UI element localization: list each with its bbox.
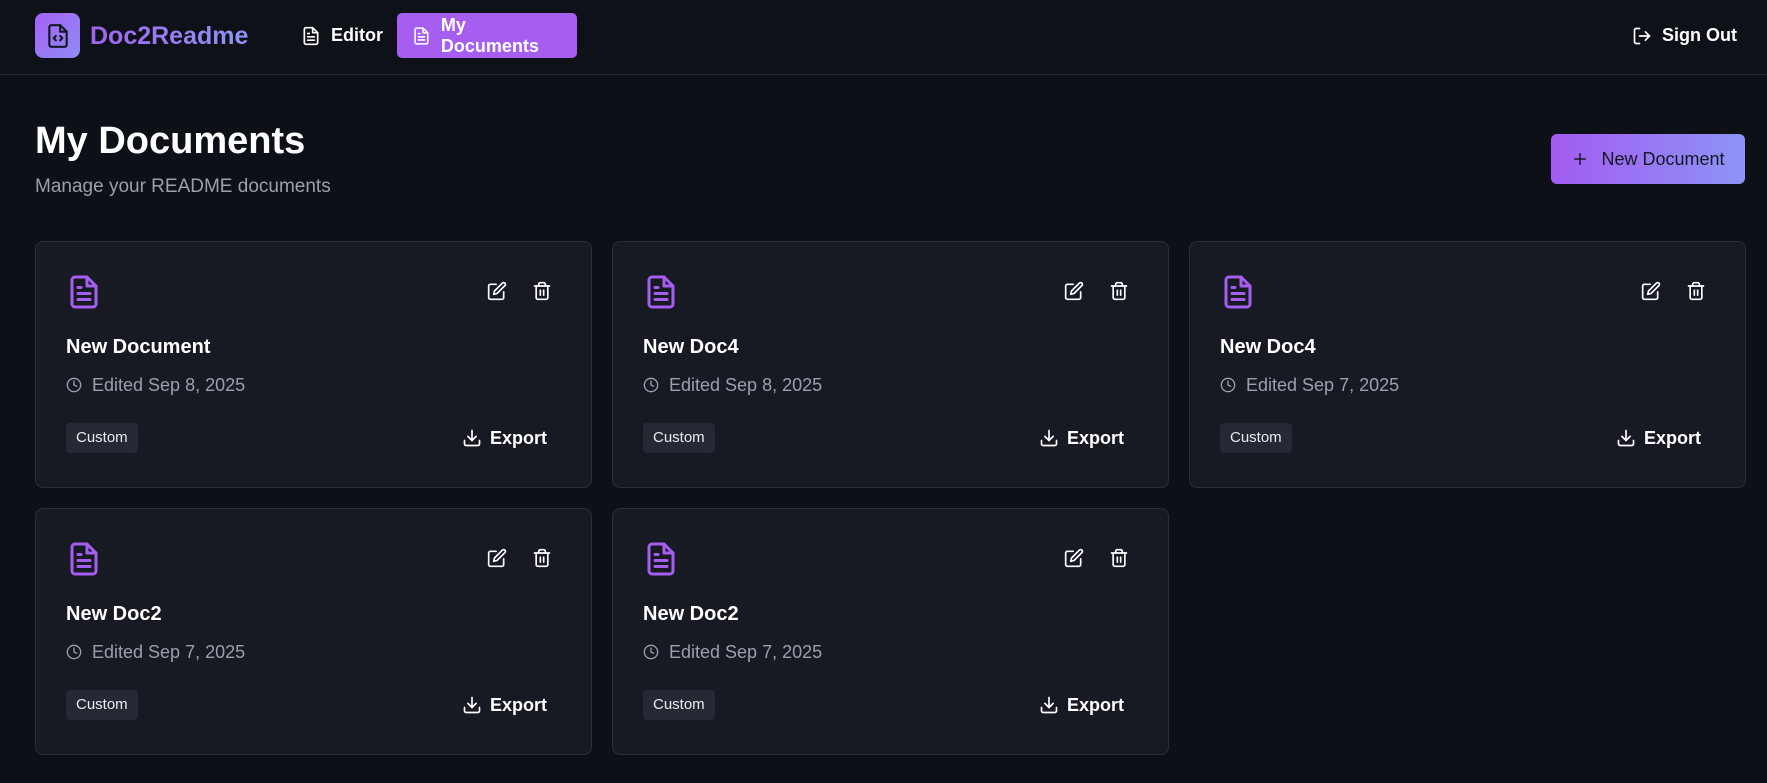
plus-icon xyxy=(1574,153,1587,165)
edited-date-text: Edited Sep 8, 2025 xyxy=(92,375,246,395)
edited-date: Edited Sep 7, 2025 xyxy=(643,641,822,663)
file-text-icon xyxy=(70,275,98,309)
file-text-icon xyxy=(414,26,429,45)
document-card[interactable]: New Doc2 Edited Sep 7, 2025 Custom Expor… xyxy=(35,508,592,755)
document-title: New Doc2 xyxy=(66,603,162,625)
delete-button[interactable] xyxy=(1107,546,1131,570)
delete-button[interactable] xyxy=(1684,279,1708,303)
delete-button[interactable] xyxy=(530,279,554,303)
logo[interactable] xyxy=(35,13,80,58)
new-document-label: New Document xyxy=(1601,148,1725,169)
top-navbar: Doc2Readme Editor My Documents Sign Out xyxy=(0,0,1767,75)
edited-date-text: Edited Sep 8, 2025 xyxy=(669,375,823,395)
template-tag: Custom xyxy=(643,690,715,720)
download-icon xyxy=(1040,696,1058,714)
nav-editor-label: Editor xyxy=(331,25,383,45)
edited-date: Edited Sep 7, 2025 xyxy=(66,641,245,663)
document-card[interactable]: New Doc2 Edited Sep 7, 2025 Custom Expor… xyxy=(612,508,1169,755)
export-label: Export xyxy=(489,427,547,448)
trash-icon xyxy=(533,281,551,301)
file-text-icon xyxy=(647,542,675,576)
edit-button[interactable] xyxy=(1062,279,1086,303)
download-icon xyxy=(463,696,481,714)
delete-button[interactable] xyxy=(1107,279,1131,303)
clock-icon xyxy=(643,644,659,660)
export-button[interactable]: Export xyxy=(462,691,547,719)
download-icon xyxy=(1040,429,1058,447)
trash-icon xyxy=(1110,548,1128,568)
edited-date-text: Edited Sep 7, 2025 xyxy=(92,642,246,662)
export-label: Export xyxy=(1643,427,1701,448)
clock-icon xyxy=(1220,377,1236,393)
delete-button[interactable] xyxy=(530,546,554,570)
file-text-icon xyxy=(1224,275,1252,309)
edit-icon xyxy=(1641,281,1661,301)
nav-editor[interactable]: Editor xyxy=(286,13,398,58)
edited-date: Edited Sep 7, 2025 xyxy=(1220,374,1399,396)
trash-icon xyxy=(533,548,551,568)
page-title: My Documents xyxy=(35,120,306,162)
export-button[interactable]: Export xyxy=(1039,424,1124,452)
export-label: Export xyxy=(489,694,547,715)
document-title: New Doc2 xyxy=(643,603,739,625)
export-button[interactable]: Export xyxy=(1039,691,1124,719)
download-icon xyxy=(1617,429,1635,447)
file-text-icon xyxy=(303,26,319,45)
clock-icon xyxy=(643,377,659,393)
export-button[interactable]: Export xyxy=(1616,424,1701,452)
template-tag: Custom xyxy=(66,690,138,720)
edit-button[interactable] xyxy=(485,279,509,303)
edited-date: Edited Sep 8, 2025 xyxy=(643,374,822,396)
edit-button[interactable] xyxy=(485,546,509,570)
brand-name[interactable]: Doc2Readme xyxy=(90,21,248,51)
trash-icon xyxy=(1687,281,1705,301)
edited-date-text: Edited Sep 7, 2025 xyxy=(669,642,823,662)
export-label: Export xyxy=(1066,694,1124,715)
new-document-button[interactable]: New Document xyxy=(1551,134,1745,184)
template-tag: Custom xyxy=(1220,423,1292,453)
export-label: Export xyxy=(1066,427,1124,448)
export-button[interactable]: Export xyxy=(462,424,547,452)
sign-out-label: Sign Out xyxy=(1662,25,1737,45)
download-icon xyxy=(463,429,481,447)
document-card[interactable]: New Doc4 Edited Sep 8, 2025 Custom Expor… xyxy=(612,241,1169,488)
edit-icon xyxy=(1064,281,1084,301)
edit-icon xyxy=(487,281,507,301)
document-title: New Document xyxy=(66,336,211,358)
edit-button[interactable] xyxy=(1639,279,1663,303)
edited-date-text: Edited Sep 7, 2025 xyxy=(1246,375,1400,395)
file-text-icon xyxy=(70,542,98,576)
document-title: New Doc4 xyxy=(1220,336,1316,358)
file-text-icon xyxy=(647,275,675,309)
clock-icon xyxy=(66,644,82,660)
document-card[interactable]: New Document Edited Sep 8, 2025 Custom E… xyxy=(35,241,592,488)
edit-icon xyxy=(487,548,507,568)
template-tag: Custom xyxy=(66,423,138,453)
logout-icon xyxy=(1633,27,1651,44)
page-subtitle: Manage your README documents xyxy=(35,176,331,197)
nav-my-documents[interactable]: My Documents xyxy=(397,13,577,58)
template-tag: Custom xyxy=(643,423,715,453)
edited-date: Edited Sep 8, 2025 xyxy=(66,374,245,396)
sign-out-button[interactable]: Sign Out xyxy=(1632,13,1737,58)
trash-icon xyxy=(1110,281,1128,301)
edit-button[interactable] xyxy=(1062,546,1086,570)
edit-icon xyxy=(1064,548,1084,568)
nav-my-documents-label: My Documents xyxy=(440,14,539,56)
code-file-icon xyxy=(47,23,68,48)
document-title: New Doc4 xyxy=(643,336,739,358)
clock-icon xyxy=(66,377,82,393)
document-card[interactable]: New Doc4 Edited Sep 7, 2025 Custom Expor… xyxy=(1189,241,1746,488)
